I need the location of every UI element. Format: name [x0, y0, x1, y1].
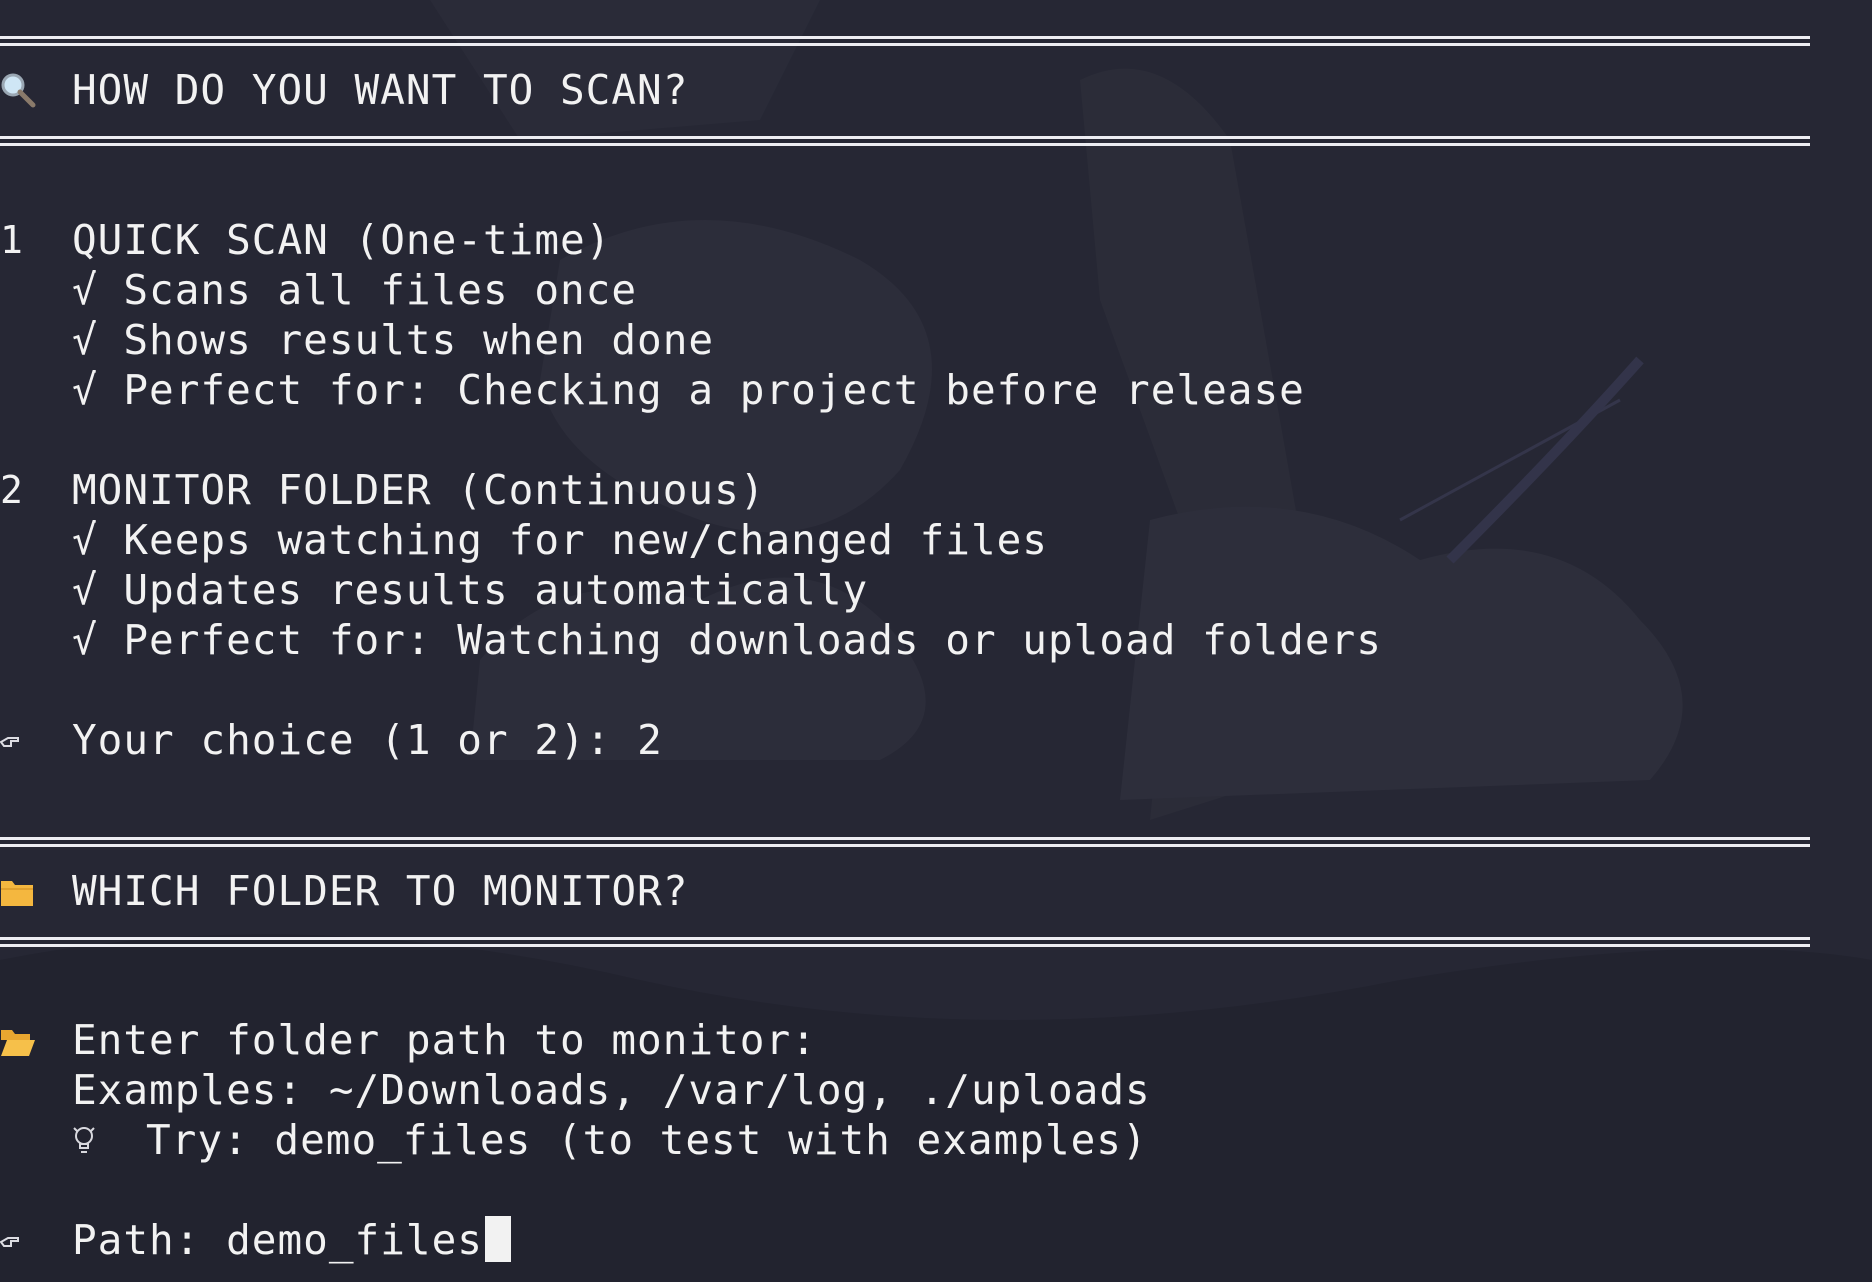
- option-bullet: √ Keeps watching for new/changed files: [72, 516, 1048, 564]
- folder-icon: [1, 881, 33, 906]
- lightbulb-icon: [73, 1127, 95, 1153]
- tip-text: Try: demo_files (to test with examples): [146, 1116, 1148, 1164]
- folder-path-tip: Try: demo_files (to test with examples): [72, 1115, 1148, 1165]
- scan-mode-heading: HOW DO YOU WANT TO SCAN?: [72, 66, 689, 114]
- option-title: MONITOR FOLDER (Continuous): [72, 466, 766, 514]
- choice-prompt: Your choice (1 or 2): 2: [72, 715, 663, 765]
- header-divider-top: [0, 36, 1810, 46]
- text-cursor: [484, 1216, 511, 1262]
- folder-path-examples: Examples: ~/Downloads, /var/log, ./uploa…: [72, 1066, 1151, 1114]
- folder-path-instruction: Enter folder path to monitor:: [72, 1016, 817, 1064]
- magnifier-icon: [1, 73, 36, 108]
- path-input-line[interactable]: Path: demo_files: [72, 1215, 511, 1265]
- option-bullet: √ Perfect for: Checking a project before…: [72, 366, 1305, 414]
- folder-heading: WHICH FOLDER TO MONITOR?: [72, 867, 689, 915]
- path-prompt-label: Path:: [72, 1216, 227, 1264]
- option-bullet: √ Perfect for: Watching downloads or upl…: [72, 616, 1382, 664]
- pointing-hand-icon: [0, 737, 19, 747]
- option-bullet: √ Scans all files once: [72, 266, 638, 314]
- terminal-output: HOW DO YOU WANT TO SCAN? 1 QUICK SCAN (O…: [0, 0, 1872, 1282]
- header-divider-bottom: [0, 937, 1810, 947]
- choice-label: Your choice (1 or 2):: [72, 716, 638, 764]
- option-number: 1: [0, 218, 23, 262]
- option-number: 2: [0, 468, 23, 512]
- pointing-hand-icon: [0, 1237, 19, 1247]
- open-folder-icon: [1, 1030, 35, 1056]
- option-title: QUICK SCAN (One-time): [72, 216, 612, 264]
- path-input-value[interactable]: demo_files: [226, 1216, 483, 1264]
- choice-value: 2: [637, 716, 663, 764]
- header-divider-bottom: [0, 136, 1810, 146]
- header-divider-top: [0, 837, 1810, 847]
- option-bullet: √ Updates results automatically: [72, 566, 869, 614]
- option-bullet: √ Shows results when done: [72, 316, 715, 364]
